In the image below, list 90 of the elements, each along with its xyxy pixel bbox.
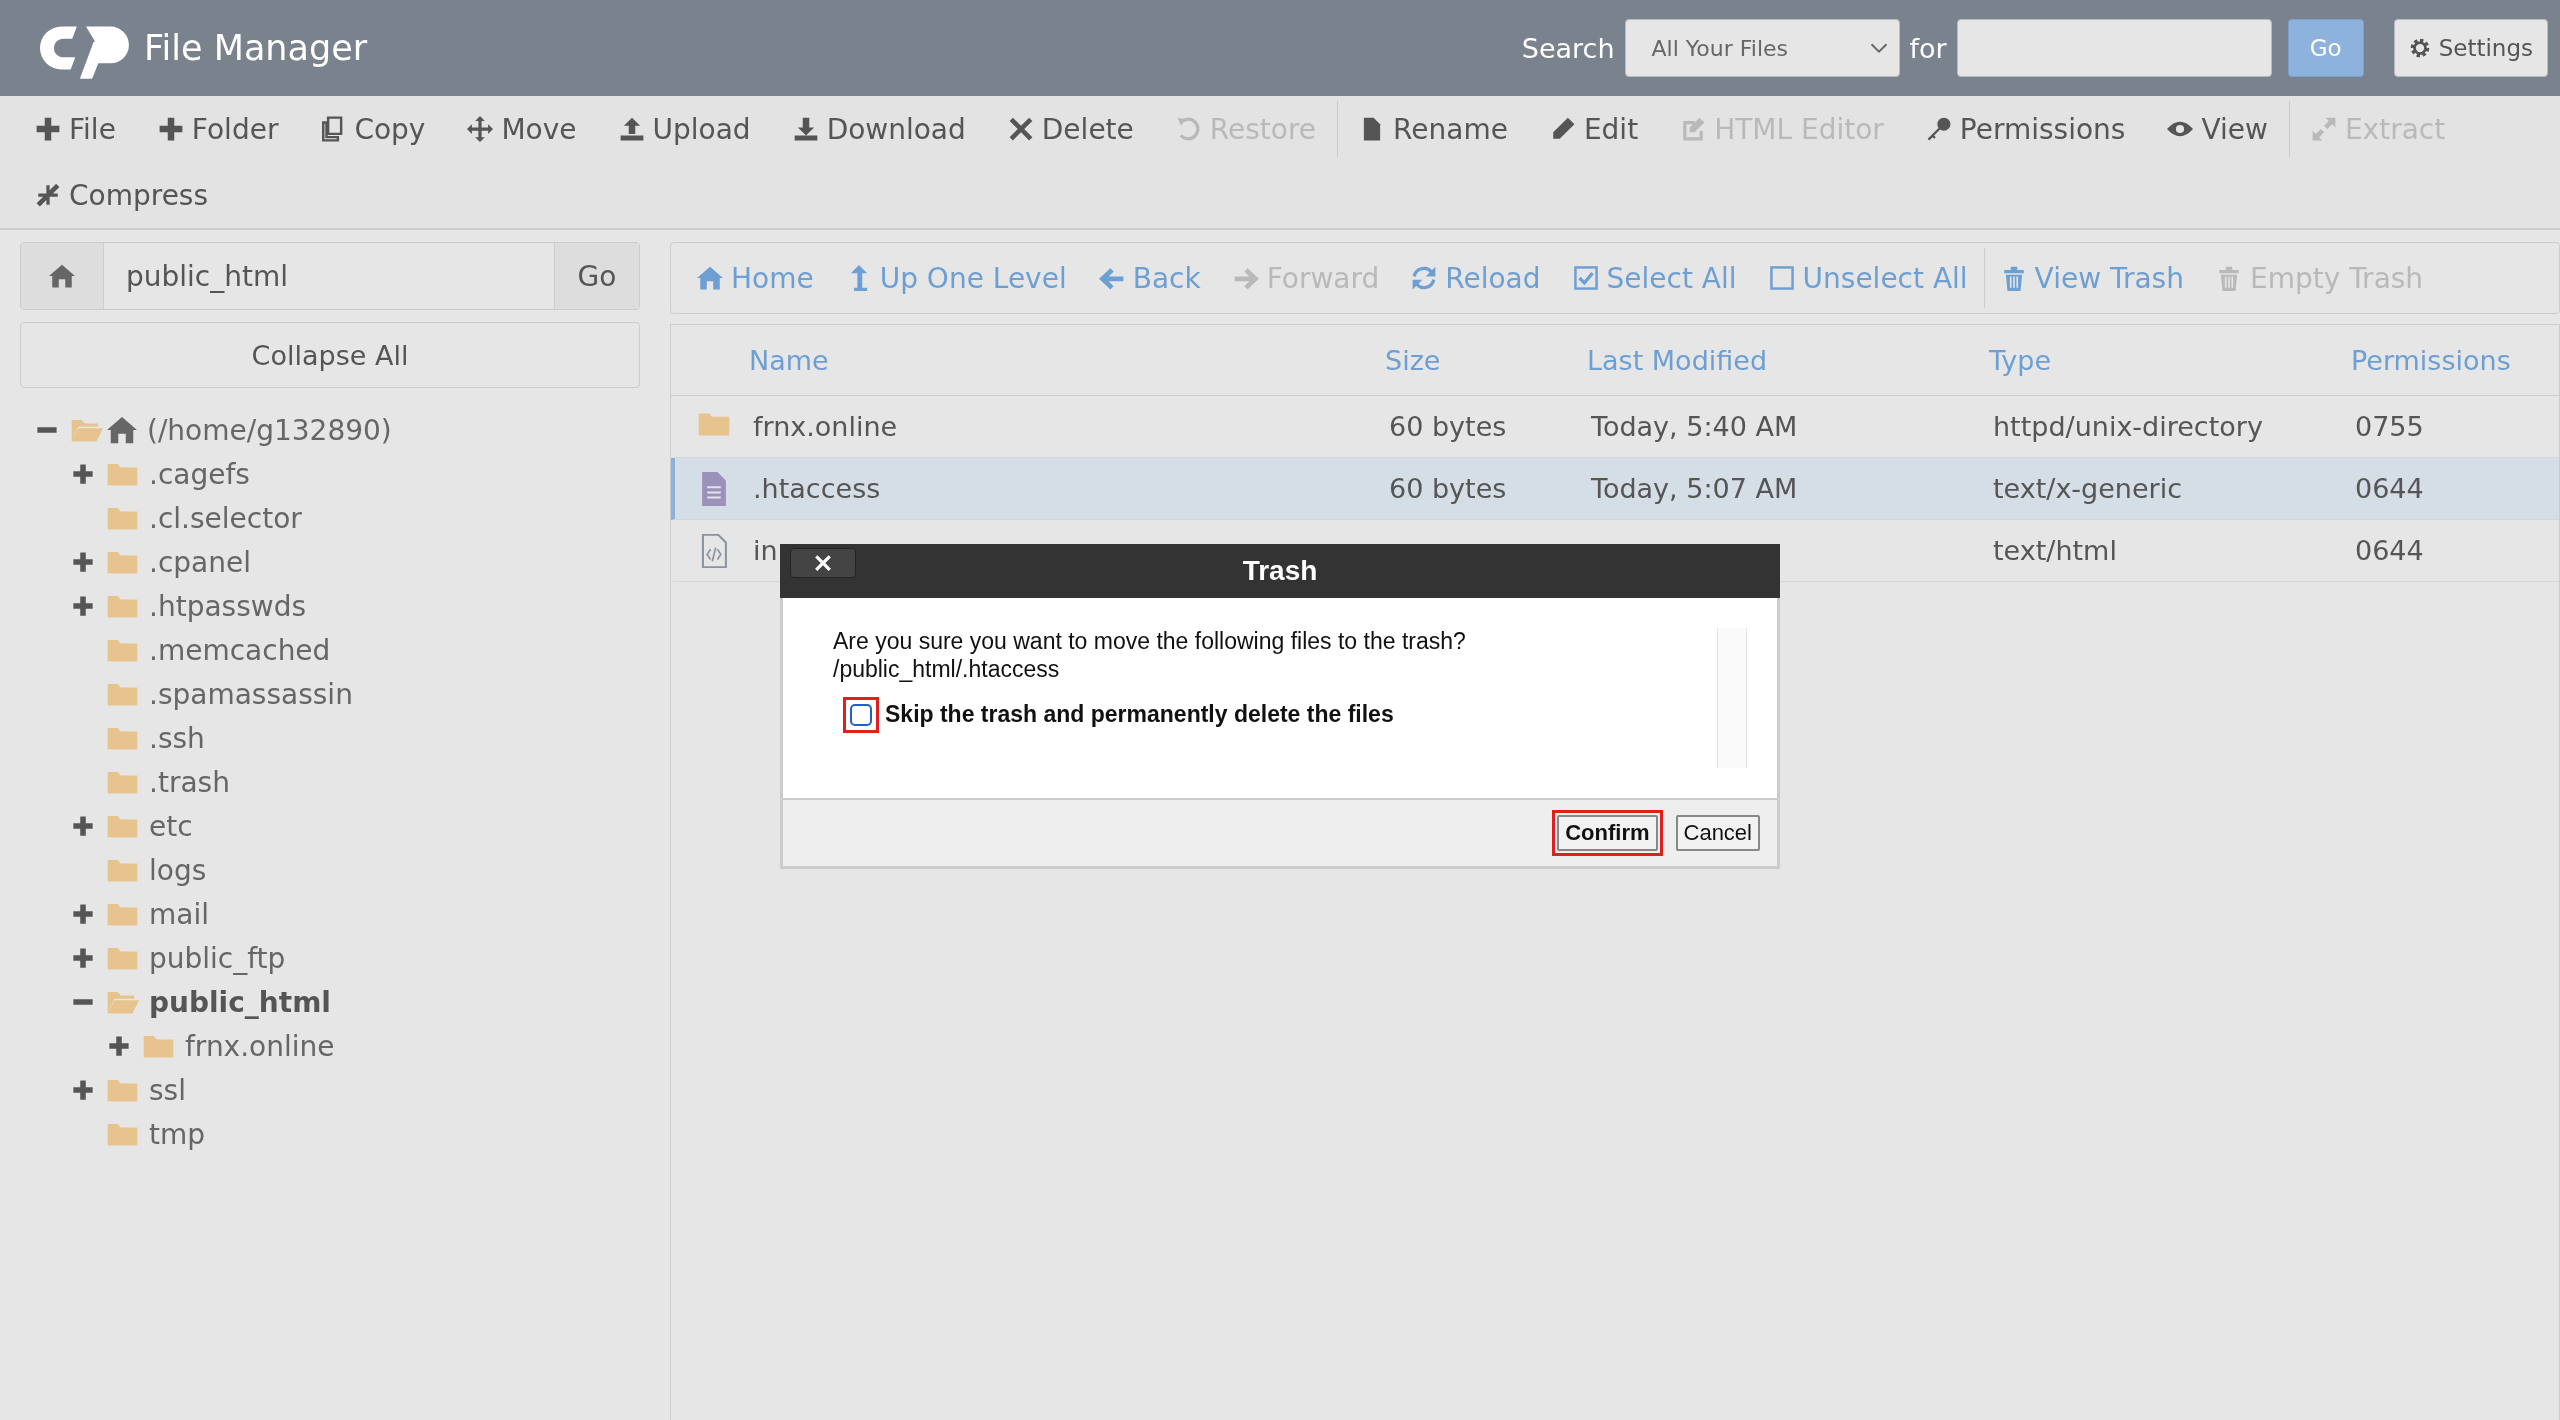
plus-icon[interactable]	[72, 947, 94, 969]
scope-dropdown[interactable]: All Your Files	[1624, 19, 1900, 77]
toolbar-button[interactable]: View	[2146, 96, 2289, 162]
tree-item[interactable]: public_html	[149, 985, 331, 1019]
toolbar-button[interactable]: Edit	[1528, 96, 1660, 162]
search-label: Search	[1521, 32, 1615, 64]
tree-item[interactable]: .cl.selector	[149, 501, 302, 535]
close-button[interactable]	[790, 548, 856, 578]
plus-icon[interactable]	[108, 1035, 130, 1057]
expand-arrows-icon	[2310, 116, 2337, 142]
plus-icon	[157, 116, 184, 142]
undo-arrow-icon	[1175, 116, 1202, 142]
plus-icon[interactable]	[72, 595, 94, 617]
table-cell: 0644	[2355, 473, 2424, 504]
table-cell: 60 bytes	[1389, 411, 1507, 442]
upload-icon	[618, 116, 645, 142]
toolbar-button[interactable]: Folder	[136, 96, 300, 162]
home-icon	[107, 415, 137, 445]
table-cell: frnx.online	[753, 411, 898, 442]
table-cell: text/x-generic	[1993, 473, 2183, 504]
search-input[interactable]	[1956, 19, 2272, 77]
table-cell: Today, 5:40 AM	[1591, 411, 1798, 442]
cancel-button[interactable]: Cancel	[1675, 815, 1760, 851]
plus-icon[interactable]	[72, 903, 94, 925]
tree-item[interactable]: etc	[149, 809, 193, 843]
table-cell: httpd/unix-directory	[1993, 411, 2263, 442]
tree-item[interactable]: .cagefs	[149, 457, 250, 491]
app-title: File Manager	[144, 28, 368, 68]
x-icon	[1007, 116, 1034, 142]
reload-icon	[1411, 265, 1438, 291]
toolbar-button[interactable]: Delete	[986, 96, 1155, 162]
move-arrows-icon	[467, 116, 494, 142]
toolbar-button[interactable]: Download	[771, 96, 987, 162]
plus-icon[interactable]	[72, 551, 94, 573]
gear-icon	[2408, 37, 2431, 59]
compress-arrows-icon	[35, 182, 61, 208]
table-cell: text/html	[1993, 535, 2117, 566]
toolbar-button[interactable]: Compress	[14, 162, 230, 228]
toolbar-button[interactable]: Upload	[597, 96, 772, 162]
table-cell: 0755	[2355, 411, 2424, 442]
table-cell: 0644	[2355, 535, 2424, 566]
pencil-square-icon	[1680, 116, 1707, 142]
download-icon	[792, 116, 819, 142]
home-icon	[697, 265, 723, 291]
file-row[interactable]: .htaccess 60 bytes Today, 5:07 AM text/x-generic 0644	[671, 458, 2559, 520]
go-button[interactable]: Go	[554, 243, 639, 309]
tree-item[interactable]: public_ftp	[149, 941, 286, 975]
plus-icon[interactable]	[72, 1079, 94, 1101]
path-field[interactable]: public_html Go	[20, 242, 640, 310]
home-icon	[49, 263, 75, 289]
tree-item[interactable]: .cpanel	[149, 545, 251, 579]
tree-item[interactable]: .htpasswds	[149, 589, 306, 623]
dialog-title: Trash	[1242, 555, 1318, 587]
home-button[interactable]	[21, 243, 104, 309]
plus-icon	[35, 116, 61, 142]
tree-item[interactable]: .trash	[149, 765, 230, 799]
checkbox-label: Skip the trash and permanently delete the files	[885, 701, 1394, 729]
collapse-all-button[interactable]: Collapse All	[20, 322, 640, 388]
tree-item[interactable]: tmp	[149, 1117, 206, 1151]
tree-item[interactable]: (/home/g132890)	[147, 413, 392, 447]
plus-icon[interactable]	[72, 463, 94, 485]
toolbar-button[interactable]: Permissions	[1904, 96, 2147, 162]
toolbar-button[interactable]: Rename	[1338, 96, 1529, 162]
tree-item[interactable]: .memcached	[149, 633, 331, 667]
file-path: /public_html/.htaccess	[833, 655, 1061, 684]
checkbox[interactable]	[850, 704, 872, 727]
plus-icon[interactable]	[72, 815, 94, 837]
tree-item[interactable]: frnx.online	[185, 1029, 335, 1063]
for-label: for	[1909, 32, 1947, 64]
checked-box-icon	[1572, 265, 1599, 291]
tree-item[interactable]: mail	[149, 897, 209, 931]
tree-item[interactable]: ssl	[149, 1073, 186, 1107]
table-cell: Today, 5:07 AM	[1591, 473, 1798, 504]
key-icon	[1925, 116, 1952, 142]
settings-button[interactable]: Settings	[2393, 19, 2548, 77]
tree-item[interactable]: logs	[149, 853, 207, 887]
toolbar-button[interactable]: Move	[446, 96, 598, 162]
table-cell: 60 bytes	[1389, 473, 1507, 504]
tree-item[interactable]: .spamassassin	[149, 677, 353, 711]
close-icon	[814, 554, 832, 572]
right-arrow-icon	[1232, 265, 1259, 291]
tree-item[interactable]: .ssh	[149, 721, 205, 755]
confirm-button[interactable]: Confirm	[1557, 815, 1658, 851]
table-cell: .htaccess	[753, 473, 881, 504]
toolbar-button[interactable]: Copy	[299, 96, 447, 162]
left-arrow-icon	[1098, 265, 1125, 291]
dialog-message: Are you sure you want to move the following files to the trash?	[833, 628, 1466, 656]
empty-box-icon	[1768, 265, 1795, 291]
table-cell: in	[753, 535, 778, 566]
toolbar-button[interactable]: File	[14, 96, 137, 162]
